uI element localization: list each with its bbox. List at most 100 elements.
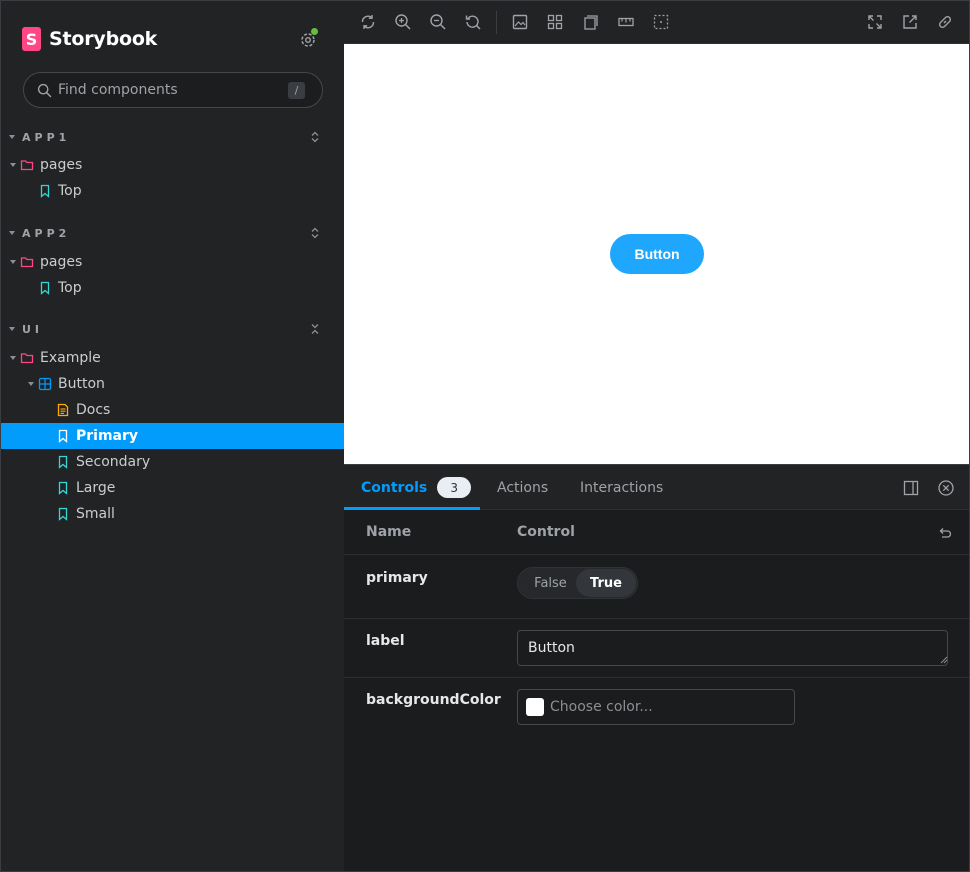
tab-actions[interactable]: Actions [497, 465, 548, 510]
background-color-picker[interactable] [517, 689, 795, 725]
addon-tabs: Controls 3 Actions Interactions [344, 465, 969, 510]
reload-button[interactable] [358, 12, 378, 32]
tree-item-app1-top[interactable]: Top [1, 178, 344, 204]
copy-link-icon [938, 15, 952, 29]
control-row-primary: primary False True [344, 555, 969, 619]
settings-button[interactable] [298, 28, 318, 50]
search-icon [37, 83, 52, 98]
tree-item-label: pages [40, 254, 83, 270]
column-control-header: Control [517, 524, 575, 540]
expand-collapse-icon[interactable] [308, 130, 322, 144]
brand[interactable]: S Storybook [22, 26, 157, 52]
chevron-down-icon [9, 135, 15, 139]
preview-primary-button[interactable]: Button [610, 234, 704, 274]
tree-item-ui-button[interactable]: Button [1, 371, 344, 397]
component-icon [38, 377, 52, 391]
tab-label: Actions [497, 479, 549, 496]
folder-icon [20, 257, 34, 268]
expand-collapse-icon[interactable] [308, 322, 322, 336]
search-shortcut-key: / [288, 82, 305, 99]
toggle-option-false[interactable]: False [524, 569, 577, 597]
toggle-option-true[interactable]: True [576, 569, 636, 597]
reload-icon [361, 15, 375, 29]
search-box[interactable]: / [23, 72, 323, 108]
background-button[interactable] [510, 12, 530, 32]
control-name: label [366, 633, 405, 649]
group-header-app2[interactable]: APP2 [9, 223, 325, 243]
tree-item-ui-secondary[interactable]: Secondary [1, 449, 344, 475]
copy-link-button[interactable] [935, 12, 955, 32]
group-label: UI [22, 322, 44, 336]
control-name: primary [366, 570, 428, 586]
chevron-down-icon [10, 163, 16, 167]
chevron-down-icon [10, 260, 16, 264]
search-input[interactable] [58, 73, 278, 107]
zoom-out-icon [430, 14, 446, 30]
chevron-down-icon [9, 327, 15, 331]
controls-count-badge: 3 [437, 477, 472, 498]
tree-item-ui-primary[interactable]: Primary [1, 423, 344, 449]
folder-icon [20, 160, 34, 171]
reset-zoom-icon [465, 15, 481, 30]
measure-button[interactable] [616, 12, 636, 32]
tree-item-ui-docs[interactable]: Docs [1, 397, 344, 423]
tree-item-label: Primary [76, 428, 139, 444]
group-header-ui[interactable]: UI [9, 319, 325, 339]
control-row-background-color: backgroundColor [344, 678, 969, 738]
docs-icon [57, 403, 69, 417]
grid-icon [547, 14, 563, 30]
tab-interactions[interactable]: Interactions [580, 465, 663, 510]
resize-handle-icon[interactable] [940, 656, 948, 664]
reset-zoom-button[interactable] [463, 12, 483, 32]
fullscreen-button[interactable] [865, 12, 885, 32]
tree-item-app1-pages[interactable]: pages [1, 152, 344, 178]
tree-item-label: Large [76, 480, 116, 496]
grid-button[interactable] [545, 12, 565, 32]
measure-icon [618, 17, 634, 27]
control-name: backgroundColor [366, 692, 501, 708]
outline-button[interactable] [651, 12, 671, 32]
tree-item-label: Docs [76, 402, 111, 418]
expand-collapse-icon[interactable] [308, 226, 322, 240]
update-indicator-dot [311, 28, 318, 35]
viewport-button[interactable] [581, 12, 601, 32]
open-new-tab-icon [903, 15, 917, 29]
preview-toolbar [344, 1, 969, 44]
color-text-input[interactable] [550, 690, 780, 724]
folder-icon [20, 353, 34, 364]
toolbar-separator [496, 11, 497, 34]
brand-name: Storybook [49, 28, 158, 50]
group-header-app1[interactable]: APP1 [9, 127, 325, 147]
sidebar: S Storybook / APP1 pages T [1, 1, 344, 871]
tab-controls[interactable]: Controls 3 [361, 465, 472, 510]
storybook-logo-icon: S [22, 27, 41, 51]
primary-boolean-toggle[interactable]: False True [517, 567, 638, 599]
tree-item-ui-example[interactable]: Example [1, 345, 344, 371]
tree-item-label: Example [40, 350, 101, 366]
story-bookmark-icon [58, 481, 68, 495]
tree-item-label: Secondary [76, 454, 151, 470]
chevron-down-icon [10, 356, 16, 360]
close-panel-icon[interactable] [937, 479, 955, 497]
tree-item-app2-pages[interactable]: pages [1, 249, 344, 275]
tree-item-label: Small [76, 506, 115, 522]
viewport-icon [584, 15, 598, 30]
tree-item-ui-large[interactable]: Large [1, 475, 344, 501]
reset-controls-icon[interactable] [937, 525, 953, 541]
color-swatch[interactable] [526, 698, 544, 716]
group-label: APP2 [22, 226, 71, 240]
tree-item-ui-small[interactable]: Small [1, 501, 344, 527]
preview-canvas: Button [344, 44, 969, 464]
label-text-input[interactable] [517, 630, 948, 666]
panel-orientation-icon[interactable] [902, 479, 920, 497]
zoom-in-button[interactable] [393, 12, 413, 32]
open-new-tab-button[interactable] [900, 12, 920, 32]
group-label: APP1 [22, 130, 71, 144]
tree-item-app2-top[interactable]: Top [1, 275, 344, 301]
tab-label: Controls [361, 479, 428, 496]
background-icon [512, 14, 528, 30]
zoom-out-button[interactable] [428, 12, 448, 32]
story-bookmark-icon [58, 429, 68, 443]
tree-item-label: pages [40, 157, 83, 173]
story-bookmark-icon [58, 507, 68, 521]
